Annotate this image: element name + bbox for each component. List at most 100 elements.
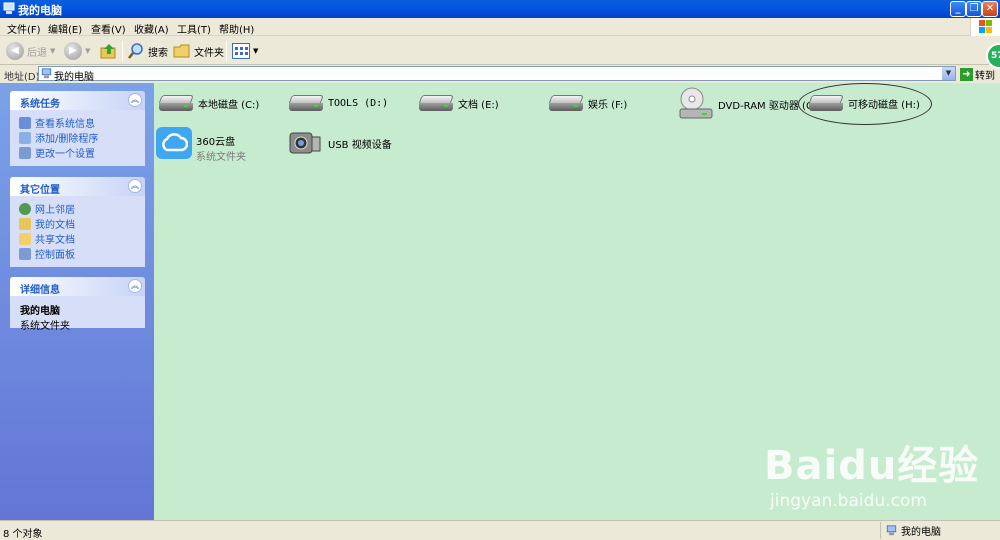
back-button[interactable]: ◀ 后退 ▼ xyxy=(6,40,55,62)
control-panel-icon xyxy=(19,146,31,159)
cloud-drive-icon xyxy=(156,127,192,159)
details-name: 我的电脑 xyxy=(20,306,60,317)
highlight-circle xyxy=(798,83,932,125)
address-bar: 地址(D) 我的电脑 ▼ ➜ 转到 xyxy=(0,65,1000,83)
drive-e[interactable]: 文档 (E:) xyxy=(418,93,499,113)
other-places-title: 其它位置 xyxy=(20,185,60,196)
address-label: 地址(D) xyxy=(4,72,40,83)
link-system-info[interactable]: 查看系统信息 xyxy=(19,115,145,130)
link-label: 网上邻居 xyxy=(35,205,75,216)
shared-documents-icon xyxy=(19,232,31,245)
link-label: 控制面板 xyxy=(35,250,75,261)
cloud-drive-name: 360云盘 xyxy=(196,137,236,148)
menu-file[interactable]: 文件(F) xyxy=(7,21,41,36)
chevron-down-icon: ▼ xyxy=(50,47,56,55)
system-tasks-panel: 系统任务 ︽ 查看系统信息 添加/删除程序 更改一个设置 xyxy=(10,91,145,166)
link-my-documents[interactable]: 我的文档 xyxy=(19,216,145,231)
usb-video-device[interactable]: USB 视频设备 xyxy=(288,127,392,159)
cloud-drive[interactable]: 360云盘 系统文件夹 xyxy=(156,127,246,163)
menu-tools[interactable]: 工具(T) xyxy=(177,21,211,36)
network-places-icon xyxy=(19,202,31,215)
back-label: 后退 xyxy=(27,47,47,59)
folders-label: 文件夹 xyxy=(194,47,224,59)
go-label: 转到 xyxy=(975,71,995,82)
object-count: 8 个对象 xyxy=(3,529,43,540)
search-label: 搜索 xyxy=(148,47,168,59)
add-remove-programs-icon xyxy=(19,131,31,144)
baidu-watermark: Baidu经验 jingyan.baidu.com xyxy=(764,433,979,511)
collapse-icon[interactable]: ︽ xyxy=(128,179,142,193)
link-label: 共享文档 xyxy=(35,235,75,246)
computer-icon xyxy=(886,525,897,536)
close-button[interactable]: ✕ xyxy=(982,1,998,17)
details-type: 系统文件夹 xyxy=(20,321,70,332)
computer-icon xyxy=(41,68,52,79)
collapse-icon[interactable]: ︽ xyxy=(128,93,142,107)
link-shared-documents[interactable]: 共享文档 xyxy=(19,231,145,246)
hard-drive-icon xyxy=(158,93,194,113)
task-pane: 系统任务 ︽ 查看系统信息 添加/删除程序 更改一个设置 其它位置 ︽ 网上邻居… xyxy=(0,83,154,520)
other-places-panel: 其它位置 ︽ 网上邻居 我的文档 共享文档 控制面板 xyxy=(10,177,145,267)
chevron-down-icon: ▼ xyxy=(253,47,259,55)
hard-drive-icon xyxy=(288,93,324,113)
address-dropdown-icon[interactable]: ▼ xyxy=(942,67,955,80)
details-panel: 详细信息 ︽ 我的电脑 系统文件夹 xyxy=(10,277,145,332)
drive-label: 娱乐 (F:) xyxy=(588,99,628,111)
folders-button[interactable]: 文件夹 xyxy=(173,40,224,62)
drive-label: 本地磁盘 (C:) xyxy=(198,99,260,111)
drive-d[interactable]: TOOLS (D:) xyxy=(288,93,388,113)
menu-bar: 文件(F) 编辑(E) 查看(V) 收藏(A) 工具(T) 帮助(H) xyxy=(0,18,1000,36)
go-arrow-icon: ➜ xyxy=(960,68,973,81)
link-control-panel[interactable]: 控制面板 xyxy=(19,246,145,261)
folders-icon xyxy=(173,44,190,58)
back-arrow-icon: ◀ xyxy=(6,42,24,60)
computer-icon xyxy=(3,2,15,14)
up-folder-icon xyxy=(100,44,116,59)
video-camera-icon xyxy=(289,132,321,154)
system-tasks-title: 系统任务 xyxy=(20,99,60,110)
views-icon xyxy=(232,43,250,59)
drive-c[interactable]: 本地磁盘 (C:) xyxy=(158,93,259,113)
search-icon xyxy=(128,43,143,59)
address-value: 我的电脑 xyxy=(54,72,94,83)
forward-arrow-icon: ▶ xyxy=(64,42,82,60)
collapse-icon[interactable]: ︽ xyxy=(128,279,142,293)
watermark-brand: Baidu经验 xyxy=(764,443,980,489)
link-change-setting[interactable]: 更改一个设置 xyxy=(19,145,145,160)
system-tasks-header[interactable]: 系统任务 ︽ xyxy=(10,91,145,110)
title-bar: 我的电脑 _ ❐ ✕ xyxy=(0,0,1000,18)
status-location: 我的电脑 xyxy=(880,522,1000,539)
details-header[interactable]: 详细信息 ︽ xyxy=(10,277,145,296)
file-view: 本地磁盘 (C:) TOOLS (D:) 文档 (E:) 娱乐 (F:) DVD… xyxy=(154,83,1000,520)
link-label: 添加/删除程序 xyxy=(35,134,99,145)
search-button[interactable]: 搜索 xyxy=(127,40,168,62)
maximize-button[interactable]: ❐ xyxy=(966,1,982,17)
drive-label: TOOLS (D:) xyxy=(328,97,389,109)
menu-favorites[interactable]: 收藏(A) xyxy=(134,21,169,36)
toolbar: ◀ 后退 ▼ ▶ ▼ 搜索 文件夹 ▼ xyxy=(0,36,1000,65)
other-places-header[interactable]: 其它位置 ︽ xyxy=(10,177,145,196)
dvd-drive-icon xyxy=(679,87,713,119)
go-button[interactable]: ➜ 转到 xyxy=(960,67,995,82)
drive-f[interactable]: 娱乐 (F:) xyxy=(548,93,627,113)
windows-logo-icon xyxy=(970,18,1000,36)
address-input[interactable]: 我的电脑 ▼ xyxy=(38,66,956,83)
my-documents-icon xyxy=(19,217,31,230)
link-add-remove-programs[interactable]: 添加/删除程序 xyxy=(19,130,145,145)
menu-edit[interactable]: 编辑(E) xyxy=(48,21,82,36)
link-network-places[interactable]: 网上邻居 xyxy=(19,201,145,216)
status-location-label: 我的电脑 xyxy=(901,527,941,538)
chevron-down-icon: ▼ xyxy=(85,47,91,55)
views-button[interactable]: ▼ xyxy=(232,40,258,62)
menu-help[interactable]: 帮助(H) xyxy=(219,21,254,36)
forward-button[interactable]: ▶ ▼ xyxy=(64,40,90,62)
watermark-url: jingyan.baidu.com xyxy=(770,491,927,511)
link-label: 查看系统信息 xyxy=(35,119,95,130)
link-label: 更改一个设置 xyxy=(35,149,95,160)
hard-drive-icon xyxy=(418,93,454,113)
minimize-button[interactable]: _ xyxy=(950,1,966,17)
up-folder-button[interactable] xyxy=(100,40,118,62)
status-bar: 8 个对象 我的电脑 xyxy=(0,520,1000,540)
cloud-drive-type: 系统文件夹 xyxy=(196,152,246,163)
menu-view[interactable]: 查看(V) xyxy=(91,21,126,36)
